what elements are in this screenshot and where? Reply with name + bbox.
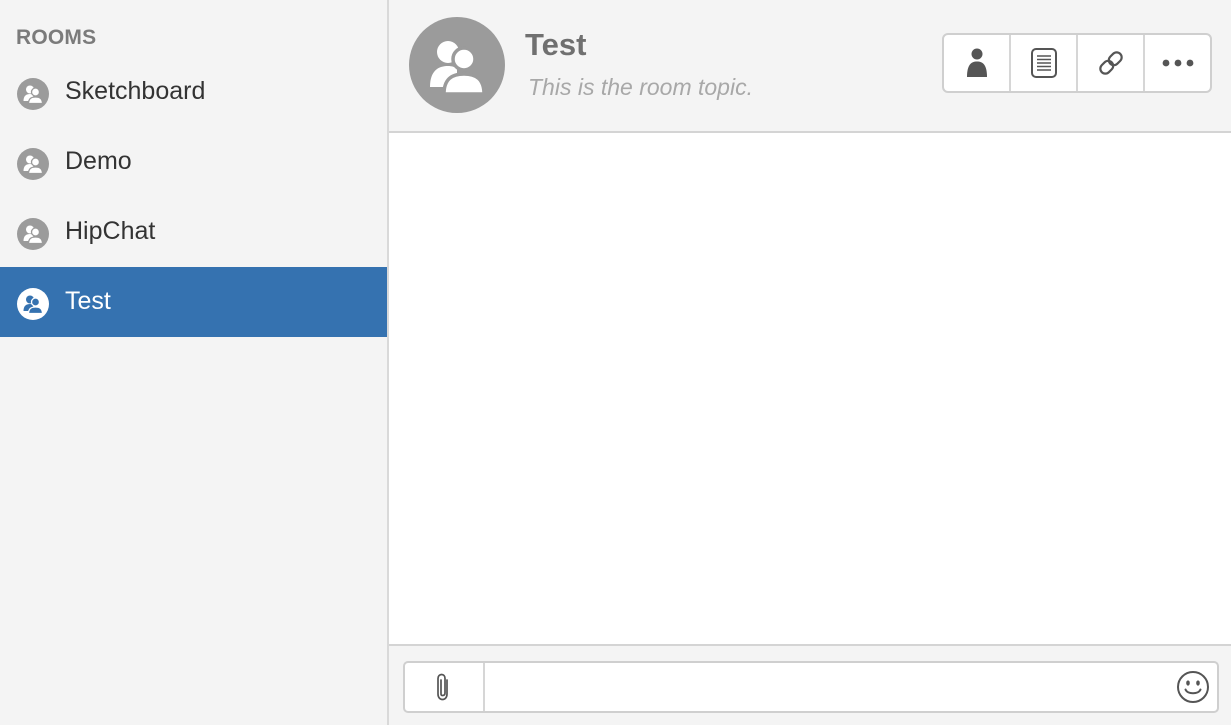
room-icon xyxy=(17,148,49,180)
person-icon xyxy=(966,48,987,77)
sidebar-item-test[interactable]: Test xyxy=(0,267,387,337)
attach-button[interactable] xyxy=(405,663,485,711)
sidebar: ROOMS Sketchboard Demo HipChat Test xyxy=(0,0,389,725)
room-header: Test This is the room topic. xyxy=(389,0,1231,133)
room-icon xyxy=(17,288,49,320)
chat-app: ROOMS Sketchboard Demo HipChat Test Test… xyxy=(0,0,1231,725)
room-list: Sketchboard Demo HipChat Test xyxy=(0,57,387,337)
sidebar-item-sketchboard[interactable]: Sketchboard xyxy=(0,57,387,127)
sidebar-heading: ROOMS xyxy=(16,26,97,49)
room-icon xyxy=(17,218,49,250)
more-icon xyxy=(1162,59,1193,67)
room-icon xyxy=(17,78,49,110)
smiley-icon xyxy=(1177,671,1209,703)
sidebar-item-label: Test xyxy=(65,287,111,315)
paperclip-icon xyxy=(437,673,448,701)
members-button[interactable] xyxy=(944,35,1011,91)
files-button[interactable] xyxy=(1011,35,1078,91)
room-title: Test xyxy=(525,27,587,62)
sidebar-item-label: Demo xyxy=(65,147,132,175)
link-icon xyxy=(1098,51,1123,75)
message-input[interactable] xyxy=(485,663,1165,711)
room-avatar-icon xyxy=(409,17,505,113)
emoji-button[interactable] xyxy=(1175,669,1211,705)
room-topic: This is the room topic. xyxy=(528,74,753,100)
sidebar-item-label: HipChat xyxy=(65,217,156,245)
composer-bar xyxy=(389,646,1231,725)
sidebar-item-label: Sketchboard xyxy=(65,77,206,105)
more-button[interactable] xyxy=(1145,35,1210,91)
room-toolbar xyxy=(942,33,1212,93)
composer xyxy=(403,661,1219,713)
links-button[interactable] xyxy=(1078,35,1145,91)
sidebar-item-hipchat[interactable]: HipChat xyxy=(0,197,387,267)
sidebar-item-demo[interactable]: Demo xyxy=(0,127,387,197)
message-list[interactable] xyxy=(389,133,1231,646)
document-icon xyxy=(1030,48,1057,78)
